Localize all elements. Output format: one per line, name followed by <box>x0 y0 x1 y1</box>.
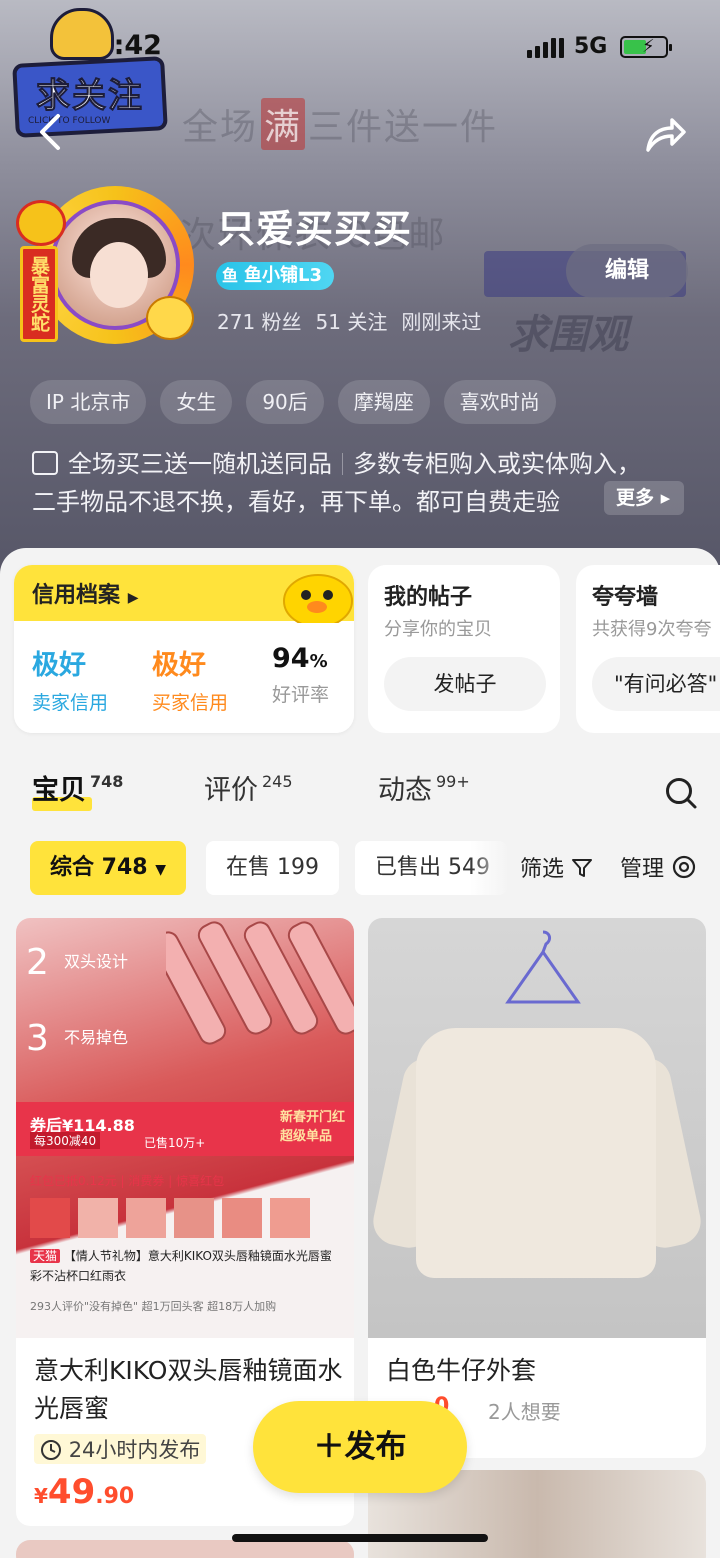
manage-button[interactable]: 管理 <box>620 851 697 883</box>
tab-updates[interactable]: 动态 99+ <box>378 768 470 807</box>
image-feature-text: 不易掉色 <box>64 1028 129 1047</box>
want-count: 2人想要 <box>488 1400 561 1424</box>
intro-text: 全场买三送一随机送同品 多数专柜购入或实体购入， <box>32 444 641 479</box>
tag-ip: IP 北京市 <box>30 380 147 424</box>
following-count[interactable]: 51 关注 <box>316 306 388 335</box>
battery-icon: ⚡ <box>620 36 672 58</box>
image-feature-number: 3 <box>26 1018 49 1059</box>
share-icon[interactable] <box>644 114 688 154</box>
back-arrow-icon[interactable] <box>36 112 62 152</box>
search-icon[interactable] <box>664 776 698 810</box>
banner-ghost-text-3: 求围观 <box>508 312 628 358</box>
variant-swatches <box>30 1198 340 1238</box>
hanger-icon <box>505 930 581 1004</box>
chick-icon <box>146 296 194 340</box>
funnel-icon <box>572 859 593 877</box>
red-packet-text: 红包已抵0.12元 | 消费券 | 惊喜红包 <box>30 1174 225 1188</box>
tab-bar: 宝贝 748 评价 245 动态 99+ <box>0 768 720 820</box>
create-post-button[interactable]: 发帖子 <box>384 657 546 711</box>
product-card[interactable]: 白色牛仔外套 0 2人想要 <box>368 918 706 1458</box>
clock-icon <box>41 1440 61 1460</box>
praise-tag-button[interactable]: "有问必答" <box>592 657 720 711</box>
listing-reviews: 293人评价"没有掉色" 超1万回头客 超18万人加购 <box>30 1300 277 1313</box>
tag-gender: 女生 <box>160 380 233 424</box>
praise-card-title: 夸夸墙 <box>592 585 659 610</box>
praise-card-subtitle: 共获得9次夸夸 <box>592 619 712 640</box>
edit-button[interactable]: 编辑 <box>566 244 688 298</box>
product-card[interactable] <box>16 1540 354 1558</box>
promo-text: 新春开门红 超级单品 <box>280 1110 346 1144</box>
sold-text: 已售10万+ <box>144 1136 206 1150</box>
posts-card-title: 我的帖子 <box>384 585 473 610</box>
credit-card-title: 信用档案 ▶ <box>32 583 139 608</box>
mascot-icon <box>50 8 114 60</box>
shop-notice-icon <box>32 451 58 475</box>
positive-rate: 94% 好评率 <box>272 643 330 706</box>
image-feature-number: 2 <box>26 942 49 983</box>
credit-card[interactable]: 信用档案 ▶ 极好 卖家信用 极好 买家信用 94% 好评率 <box>14 565 354 733</box>
network-type: 5G <box>574 34 608 59</box>
product-title: 白色牛仔外套 <box>386 1356 537 1385</box>
product-price: ¥49.90 <box>34 1472 135 1512</box>
gear-icon <box>672 855 696 879</box>
fans-count[interactable]: 271 粉丝 <box>217 306 302 335</box>
banner-text-ghost: 全场满三件送一件 <box>182 98 498 150</box>
image-feature-text: 双头设计 <box>64 952 129 971</box>
seller-credit: 极好 卖家信用 <box>32 650 109 714</box>
buyer-credit: 极好 买家信用 <box>152 650 229 714</box>
publish-time: 24小时内发布 <box>34 1434 207 1464</box>
posts-card[interactable]: 我的帖子 分享你的宝贝 发帖子 <box>368 565 560 733</box>
tab-reviews[interactable]: 评价 245 <box>204 768 293 807</box>
tag-age: 90后 <box>246 380 324 424</box>
tag-zodiac: 摩羯座 <box>337 380 430 424</box>
follow-badge-label: 求关注 <box>36 76 144 117</box>
filter-chip-on-sale[interactable]: 在售 199 <box>206 841 339 895</box>
badge-mascot-icon <box>16 200 66 246</box>
product-image: 2 双头设计 3 不易掉色 券后¥114.88 每300减40 已售10万+ 新… <box>16 918 354 1338</box>
lip-gloss-bottles <box>166 921 354 1045</box>
listing-desc: 天猫 【情人节礼物】意大利KIKO双头唇釉镜面水光唇蜜彩不沾杯口红雨衣 <box>30 1249 332 1283</box>
product-image <box>368 918 706 1338</box>
signal-icon <box>527 38 564 58</box>
duck-mascot-icon <box>283 574 353 623</box>
shop-name: 只爱买买买 <box>217 207 413 251</box>
coupon-sub: 每300减40 <box>30 1132 101 1149</box>
praise-wall-card[interactable]: 夸夸墙 共获得9次夸夸 "有问必答" <box>576 565 720 733</box>
filter-button[interactable]: 筛选 <box>520 851 593 883</box>
fortune-badge: 暴富灵蛇 <box>20 246 58 342</box>
level-badge[interactable]: 鱼小铺L3 <box>216 262 334 290</box>
home-indicator <box>232 1534 488 1542</box>
publish-button[interactable]: ＋发布 <box>253 1401 467 1493</box>
last-seen: 刚刚来过 <box>401 310 482 334</box>
posts-card-subtitle: 分享你的宝贝 <box>384 619 492 640</box>
more-button[interactable]: 更多 ▸ <box>604 481 684 515</box>
tag-interest: 喜欢时尚 <box>443 380 556 424</box>
filter-chip-all[interactable]: 综合 748 ▼ <box>30 841 187 895</box>
intro-text-line2: 二手物品不退不换，看好，再下单。都可自费走验 <box>32 488 560 516</box>
tag-list: IP 北京市 女生 90后 摩羯座 喜欢时尚 <box>30 380 556 424</box>
tab-items[interactable]: 宝贝 748 <box>32 768 123 807</box>
profile-stats: 271 粉丝 51 关注 刚刚来过 <box>217 306 481 335</box>
